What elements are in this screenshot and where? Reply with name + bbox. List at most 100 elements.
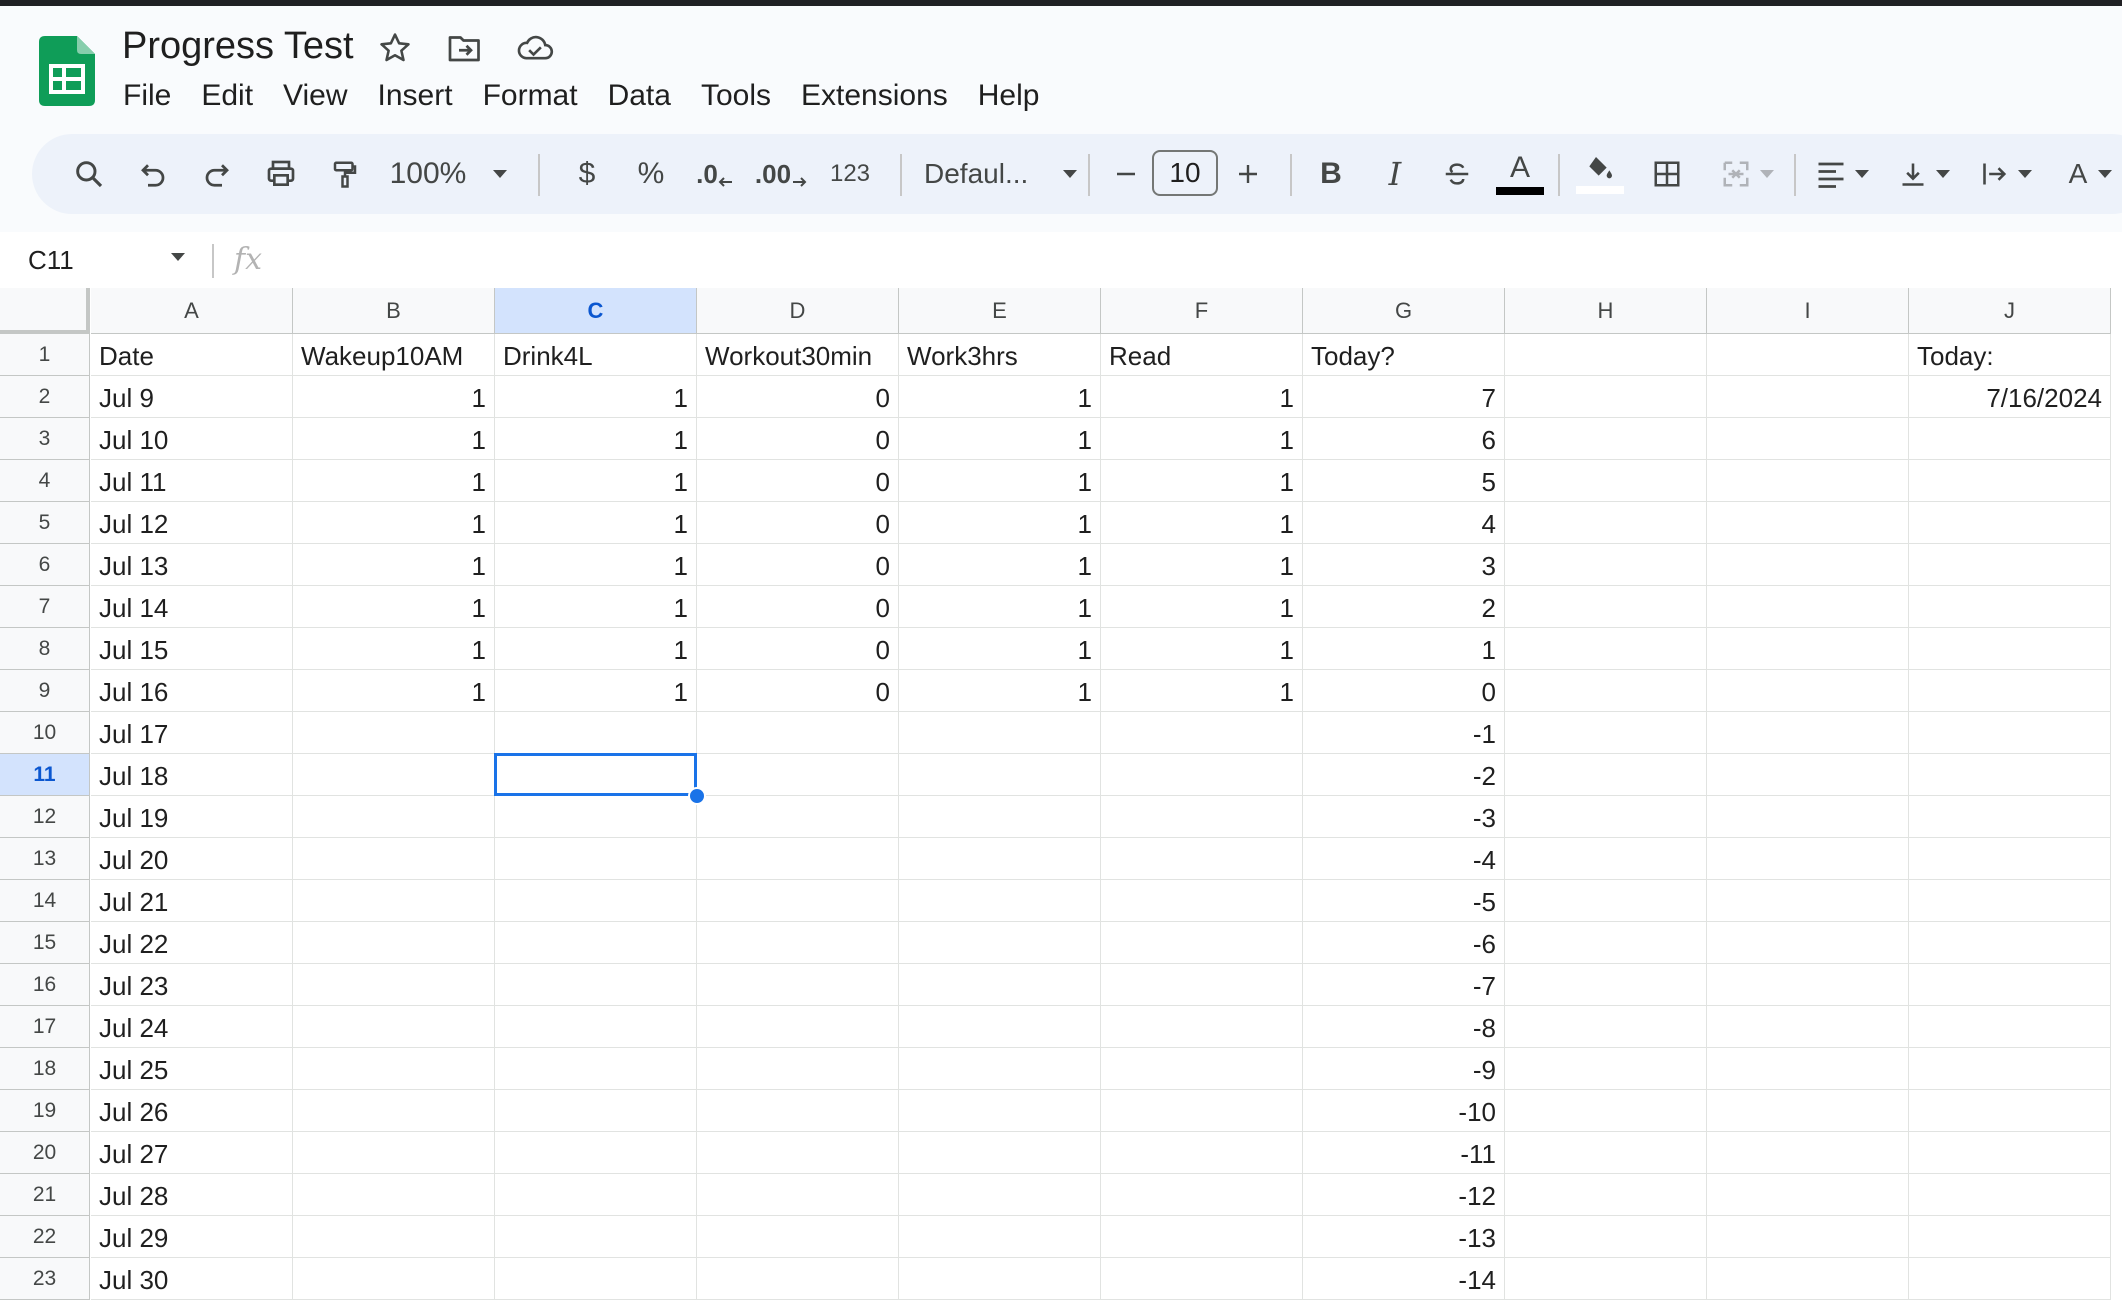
cell-i22[interactable] — [1707, 1216, 1909, 1258]
cell-e11[interactable] — [899, 754, 1101, 796]
cell-j5[interactable] — [1909, 502, 2111, 544]
column-header-g[interactable]: G — [1303, 288, 1505, 334]
cell-e15[interactable] — [899, 922, 1101, 964]
row-header-9[interactable]: 9 — [0, 670, 90, 712]
menu-help[interactable]: Help — [963, 74, 1055, 118]
cell-f5[interactable]: 1 — [1101, 502, 1303, 544]
cell-h23[interactable] — [1505, 1258, 1707, 1300]
cell-a11[interactable]: Jul 18 — [91, 754, 293, 796]
cell-g23[interactable]: -14 — [1303, 1258, 1505, 1300]
cell-h5[interactable] — [1505, 502, 1707, 544]
cell-a8[interactable]: Jul 15 — [91, 628, 293, 670]
cell-j18[interactable] — [1909, 1048, 2111, 1090]
row-header-5[interactable]: 5 — [0, 502, 90, 544]
cell-g10[interactable]: -1 — [1303, 712, 1505, 754]
cell-d3[interactable]: 0 — [697, 418, 899, 460]
cell-f15[interactable] — [1101, 922, 1303, 964]
cell-j8[interactable] — [1909, 628, 2111, 670]
cell-g16[interactable]: -7 — [1303, 964, 1505, 1006]
cell-h22[interactable] — [1505, 1216, 1707, 1258]
cell-c5[interactable]: 1 — [495, 502, 697, 544]
cell-e7[interactable]: 1 — [899, 586, 1101, 628]
row-header-10[interactable]: 10 — [0, 712, 90, 754]
cell-h18[interactable] — [1505, 1048, 1707, 1090]
font-size-input[interactable]: 10 — [1152, 150, 1218, 196]
cell-c13[interactable] — [495, 838, 697, 880]
cell-c12[interactable] — [495, 796, 697, 838]
cell-g3[interactable]: 6 — [1303, 418, 1505, 460]
row-header-16[interactable]: 16 — [0, 964, 90, 1006]
cell-c21[interactable] — [495, 1174, 697, 1216]
cell-f17[interactable] — [1101, 1006, 1303, 1048]
select-all-corner[interactable] — [0, 288, 90, 334]
cell-d23[interactable] — [697, 1258, 899, 1300]
cell-d21[interactable] — [697, 1174, 899, 1216]
cell-d2[interactable]: 0 — [697, 376, 899, 418]
cell-f11[interactable] — [1101, 754, 1303, 796]
row-header-12[interactable]: 12 — [0, 796, 90, 838]
cell-f8[interactable]: 1 — [1101, 628, 1303, 670]
cell-j6[interactable] — [1909, 544, 2111, 586]
cell-f21[interactable] — [1101, 1174, 1303, 1216]
row-header-15[interactable]: 15 — [0, 922, 90, 964]
cell-i1[interactable] — [1707, 334, 1909, 376]
column-header-c[interactable]: C — [495, 288, 697, 334]
cell-b6[interactable]: 1 — [293, 544, 495, 586]
cell-d20[interactable] — [697, 1132, 899, 1174]
cell-d8[interactable]: 0 — [697, 628, 899, 670]
cell-f9[interactable]: 1 — [1101, 670, 1303, 712]
cell-d16[interactable] — [697, 964, 899, 1006]
cell-c17[interactable] — [495, 1006, 697, 1048]
column-header-h[interactable]: H — [1505, 288, 1707, 334]
cell-h10[interactable] — [1505, 712, 1707, 754]
cell-g2[interactable]: 7 — [1303, 376, 1505, 418]
cell-h11[interactable] — [1505, 754, 1707, 796]
cell-g14[interactable]: -5 — [1303, 880, 1505, 922]
cell-e21[interactable] — [899, 1174, 1101, 1216]
cell-j9[interactable] — [1909, 670, 2111, 712]
row-header-1[interactable]: 1 — [0, 334, 90, 376]
cell-a15[interactable]: Jul 22 — [91, 922, 293, 964]
cell-i18[interactable] — [1707, 1048, 1909, 1090]
cell-d4[interactable]: 0 — [697, 460, 899, 502]
menu-data[interactable]: Data — [593, 74, 686, 118]
cell-d9[interactable]: 0 — [697, 670, 899, 712]
paint-format-icon[interactable] — [320, 134, 370, 214]
row-header-23[interactable]: 23 — [0, 1258, 90, 1300]
cell-c18[interactable] — [495, 1048, 697, 1090]
cell-g18[interactable]: -9 — [1303, 1048, 1505, 1090]
cell-e14[interactable] — [899, 880, 1101, 922]
cell-g11[interactable]: -2 — [1303, 754, 1505, 796]
cell-g13[interactable]: -4 — [1303, 838, 1505, 880]
cell-f19[interactable] — [1101, 1090, 1303, 1132]
search-icon[interactable] — [64, 134, 114, 214]
cell-g1[interactable]: Today? — [1303, 334, 1505, 376]
cell-h14[interactable] — [1505, 880, 1707, 922]
cell-b22[interactable] — [293, 1216, 495, 1258]
cell-b3[interactable]: 1 — [293, 418, 495, 460]
borders-icon[interactable] — [1642, 134, 1692, 214]
cell-j16[interactable] — [1909, 964, 2111, 1006]
cell-a12[interactable]: Jul 19 — [91, 796, 293, 838]
cell-a18[interactable]: Jul 25 — [91, 1048, 293, 1090]
menu-tools[interactable]: Tools — [686, 74, 786, 118]
cell-j17[interactable] — [1909, 1006, 2111, 1048]
cell-c20[interactable] — [495, 1132, 697, 1174]
cell-b20[interactable] — [293, 1132, 495, 1174]
cell-g22[interactable]: -13 — [1303, 1216, 1505, 1258]
cell-b16[interactable] — [293, 964, 495, 1006]
name-box[interactable]: C11 — [28, 232, 74, 288]
cell-h16[interactable] — [1505, 964, 1707, 1006]
row-header-22[interactable]: 22 — [0, 1216, 90, 1258]
cell-b17[interactable] — [293, 1006, 495, 1048]
font-family-select[interactable]: Defaul... — [906, 134, 1096, 214]
text-wrap-icon[interactable] — [1972, 134, 2042, 214]
column-header-f[interactable]: F — [1101, 288, 1303, 334]
cell-d11[interactable] — [697, 754, 899, 796]
cell-f12[interactable] — [1101, 796, 1303, 838]
cloud-status-icon[interactable] — [515, 28, 555, 68]
row-header-4[interactable]: 4 — [0, 460, 90, 502]
cell-b4[interactable]: 1 — [293, 460, 495, 502]
column-header-d[interactable]: D — [697, 288, 899, 334]
cell-b18[interactable] — [293, 1048, 495, 1090]
